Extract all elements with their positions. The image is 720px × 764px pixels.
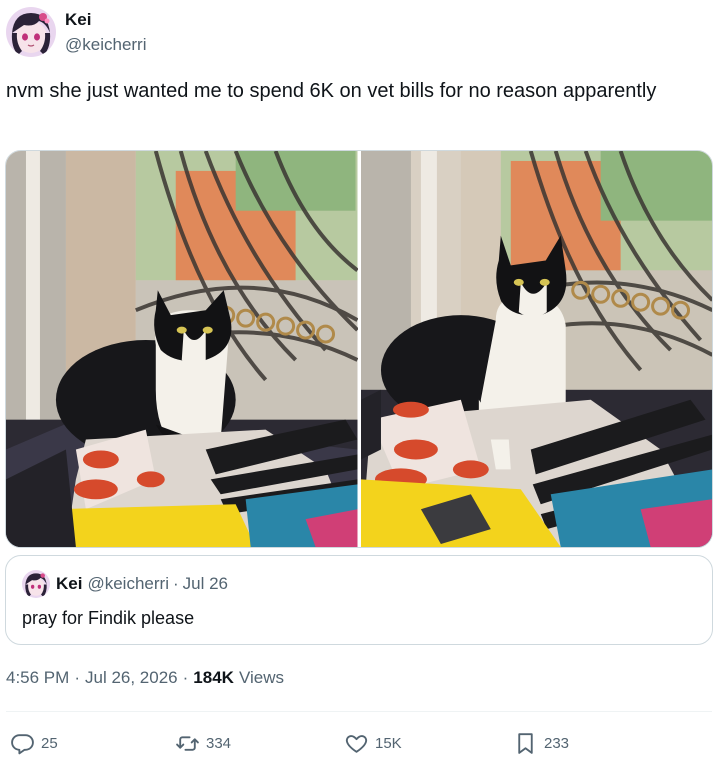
photo-right[interactable]	[360, 151, 712, 547]
quoted-tweet[interactable]: Kei @keicherri · Jul 26 pray for Findik …	[5, 555, 713, 645]
cat-photo-left	[6, 151, 358, 547]
heart-icon	[344, 731, 369, 756]
meta-separator: ·	[182, 668, 189, 687]
bookmark-count: 233	[544, 734, 570, 752]
reply-count: 25	[41, 734, 58, 752]
tweet-text: nvm she just wanted me to spend 6K on ve…	[6, 80, 657, 102]
tweet-meta: 4:56 PM · Jul 26, 2026 · 184K Views	[6, 668, 284, 688]
like-count: 15K	[375, 734, 402, 752]
divider	[6, 711, 712, 712]
media-grid	[5, 150, 713, 548]
quoted-text: pray for Findik please	[22, 608, 195, 628]
author-display-name[interactable]: Kei	[65, 9, 147, 31]
meta-separator: ·	[74, 668, 80, 687]
retweet-button[interactable]: 334	[175, 728, 231, 758]
quoted-separator: ·	[172, 574, 179, 593]
quoted-display-name: Kei	[56, 574, 83, 593]
action-bar: 25 334 15K 233	[10, 728, 710, 758]
reply-icon	[10, 731, 35, 756]
tweet-header: Kei @keicherri	[6, 6, 147, 58]
retweet-icon	[175, 731, 200, 756]
bookmark-icon	[513, 731, 538, 756]
like-button[interactable]: 15K	[344, 728, 402, 758]
bookmark-button[interactable]: 233	[513, 728, 569, 758]
author-handle[interactable]: @keicherri	[65, 34, 147, 56]
views-count: 184K	[193, 668, 234, 687]
avatar[interactable]	[6, 7, 56, 57]
reply-button[interactable]: 25	[10, 728, 58, 758]
views-label: Views	[238, 668, 284, 687]
tweet-time[interactable]: 4:56 PM	[6, 668, 69, 688]
tweet-date[interactable]: Jul 26, 2026	[85, 668, 178, 688]
quoted-handle: @keicherri	[87, 574, 169, 593]
quoted-date[interactable]: Jul 26	[183, 574, 228, 594]
photo-left[interactable]	[6, 151, 358, 547]
retweet-count: 334	[206, 734, 232, 752]
cat-photo-right	[360, 151, 712, 547]
quoted-avatar[interactable]	[22, 570, 50, 598]
